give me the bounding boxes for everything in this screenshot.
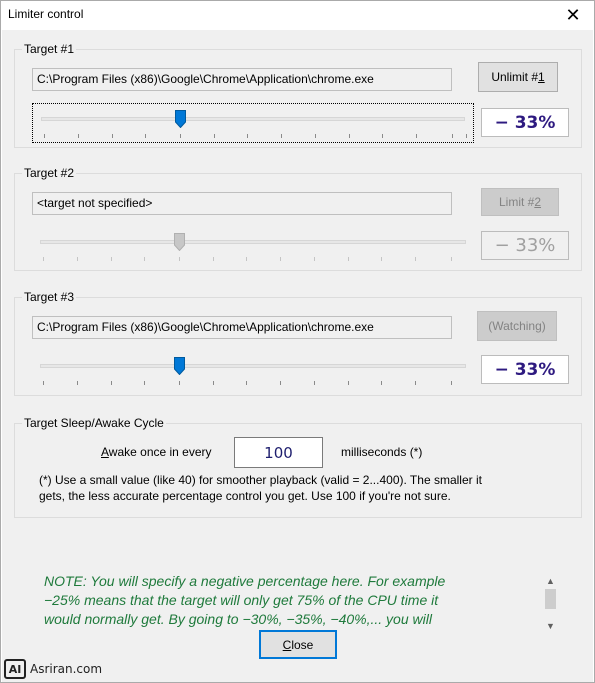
cycle-help-line-2: gets, the less accurate percentage contr… bbox=[39, 489, 451, 503]
cycle-help-line-1: (*) Use a small value (like 40) for smoo… bbox=[39, 473, 482, 487]
target-3-percent: − 33% bbox=[481, 355, 569, 384]
slider-thumb[interactable] bbox=[174, 357, 185, 375]
note-line-3: would normally get. By going to −30%, −3… bbox=[44, 611, 432, 627]
cycle-group: Target Sleep/Awake Cycle Awake once in e… bbox=[14, 415, 582, 518]
limit-2-button-key: 2 bbox=[534, 195, 542, 209]
note-line-1: NOTE: You will specify a negative percen… bbox=[44, 573, 446, 589]
close-button-label: lose bbox=[291, 637, 314, 652]
target-2-percent: − 33% bbox=[481, 231, 569, 260]
dialog-client: Target #1 C:\Program Files (x86)\Google\… bbox=[2, 30, 593, 682]
scroll-down-icon[interactable]: ▼ bbox=[542, 617, 559, 634]
slider-track bbox=[41, 117, 465, 121]
target-3-label: Target #3 bbox=[22, 289, 77, 305]
target-1-label: Target #1 bbox=[22, 41, 77, 57]
target-3-path-field[interactable]: C:\Program Files (x86)\Google\Chrome\App… bbox=[32, 316, 452, 339]
target-3-group: Target #3 C:\Program Files (x86)\Google\… bbox=[14, 289, 582, 396]
unlimit-1-button-label: Unlimit # bbox=[491, 70, 538, 84]
scroll-up-icon[interactable]: ▲ bbox=[542, 572, 559, 589]
window-title: Limiter control bbox=[8, 7, 84, 21]
watching-button[interactable]: (Watching) bbox=[477, 311, 557, 341]
unlimit-1-button[interactable]: Unlimit #1 bbox=[478, 62, 558, 92]
limiter-window: Limiter control ✕ Target #1 C:\Program F… bbox=[0, 0, 595, 683]
awake-label: Awake once in every bbox=[101, 445, 212, 459]
slider-track bbox=[40, 364, 466, 368]
target-1-path-field[interactable]: C:\Program Files (x86)\Google\Chrome\App… bbox=[32, 68, 452, 91]
awake-label-rest: wake once in every bbox=[108, 445, 212, 459]
note-scrollbar[interactable]: ▲ ▼ bbox=[542, 572, 559, 634]
watermark-text: Asriran.com bbox=[30, 662, 103, 676]
watermark: AI Asriran.com bbox=[4, 658, 102, 680]
close-button[interactable]: Close bbox=[259, 630, 337, 659]
slider-track bbox=[40, 240, 466, 244]
target-3-slider[interactable] bbox=[32, 351, 474, 391]
target-1-percent: − 33% bbox=[481, 108, 569, 137]
milliseconds-label: milliseconds (*) bbox=[341, 445, 423, 459]
close-button-key: C bbox=[282, 637, 292, 652]
target-1-group: Target #1 C:\Program Files (x86)\Google\… bbox=[14, 41, 582, 148]
close-icon[interactable]: ✕ bbox=[552, 1, 594, 29]
limit-2-button[interactable]: Limit #2 bbox=[481, 188, 559, 216]
watermark-logo: AI bbox=[4, 659, 26, 679]
cycle-label: Target Sleep/Awake Cycle bbox=[22, 415, 166, 431]
note-text-area[interactable]: NOTE: You will specify a negative percen… bbox=[44, 572, 542, 632]
target-1-slider[interactable] bbox=[32, 103, 474, 143]
target-2-label: Target #2 bbox=[22, 165, 77, 181]
limit-2-button-label: Limit # bbox=[498, 195, 535, 209]
cycle-ms-input[interactable]: 100 bbox=[234, 437, 323, 468]
target-2-path-field[interactable]: <target not specified> bbox=[32, 192, 452, 215]
title-bar[interactable]: Limiter control ✕ bbox=[1, 1, 594, 29]
scroll-thumb[interactable] bbox=[545, 589, 556, 609]
note-line-2: −25% means that the target will only get… bbox=[44, 592, 439, 608]
slider-thumb[interactable] bbox=[175, 110, 186, 128]
target-2-group: Target #2 <target not specified> Limit #… bbox=[14, 165, 582, 271]
target-2-slider[interactable] bbox=[32, 227, 474, 267]
awake-label-key: A bbox=[101, 445, 109, 459]
unlimit-1-button-key: 1 bbox=[538, 70, 545, 84]
slider-thumb[interactable] bbox=[174, 233, 185, 251]
